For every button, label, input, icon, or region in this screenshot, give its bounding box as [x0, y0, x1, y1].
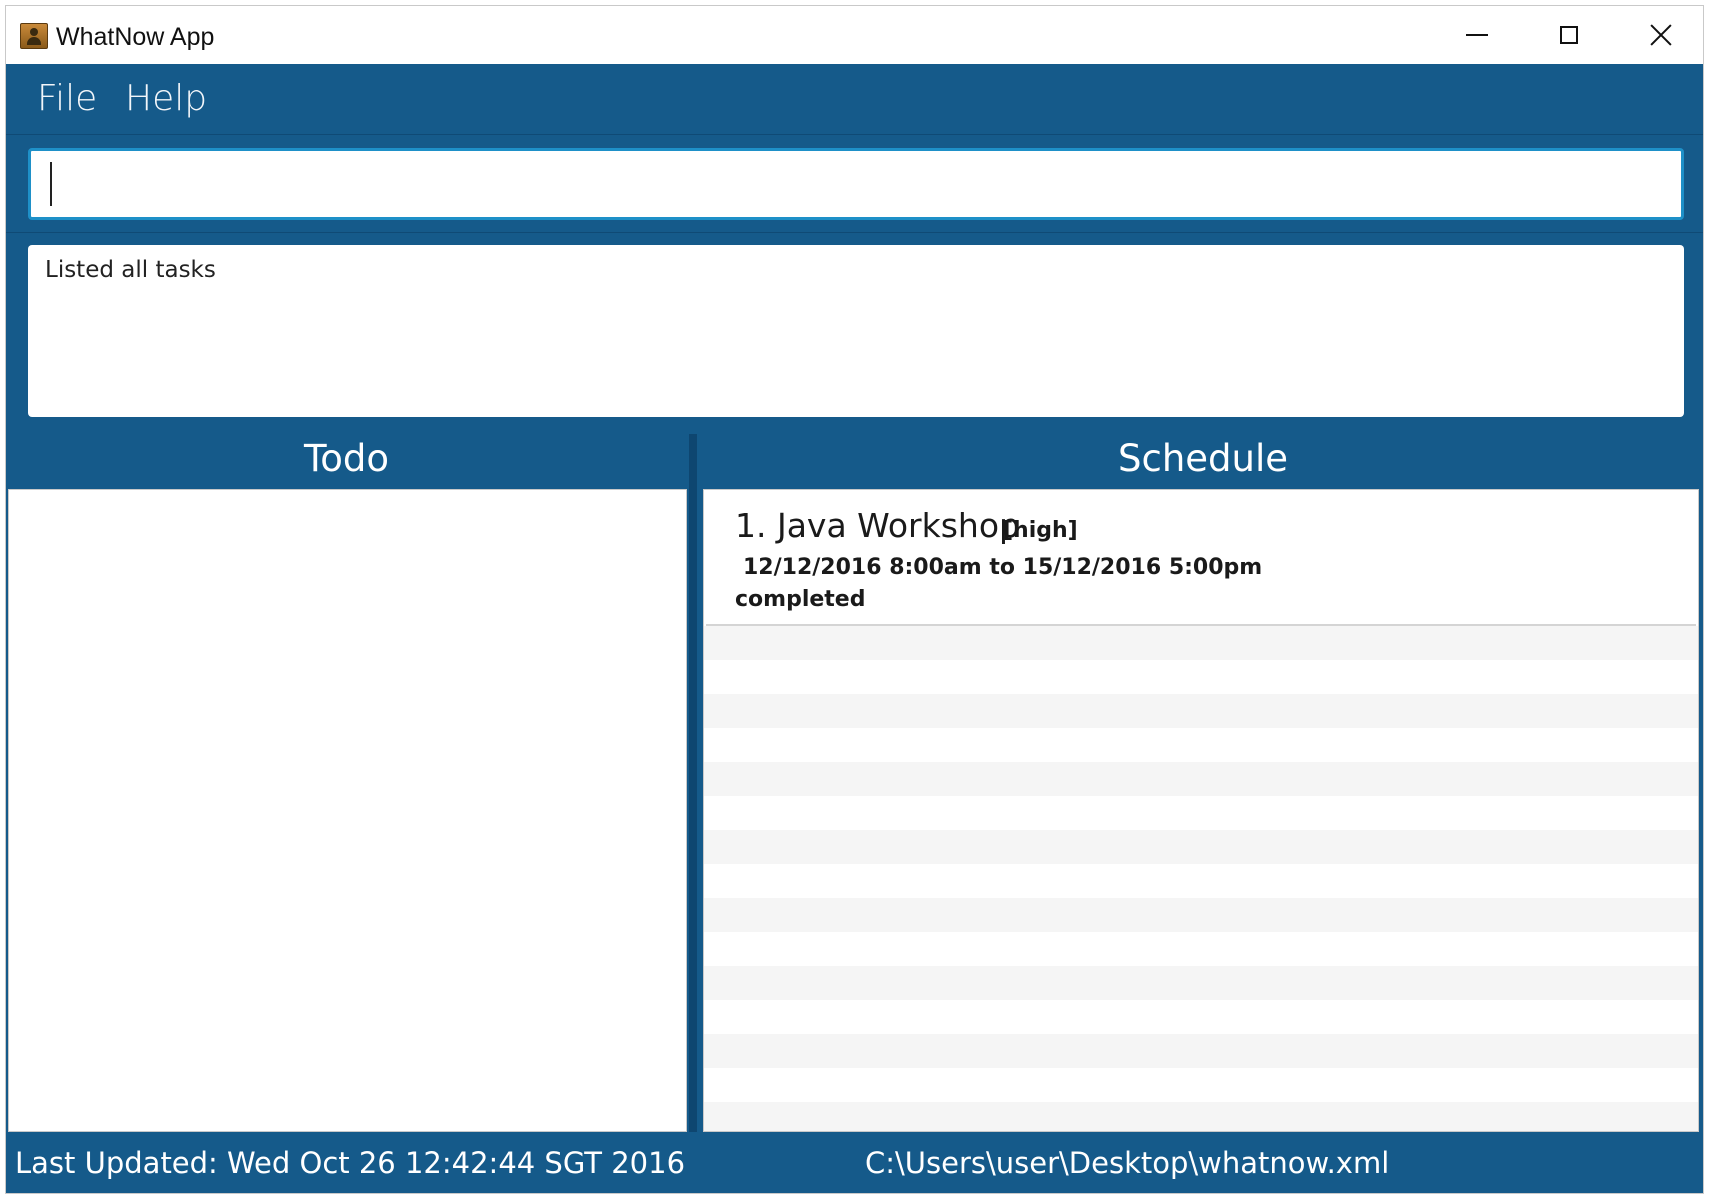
- application-window: WhatNow App File Help Listed all tasks T…: [0, 0, 1710, 1199]
- empty-list-rows: [704, 626, 1698, 1131]
- last-updated-text: Last Updated: Wed Oct 26 12:42:44 SGT 20…: [15, 1146, 686, 1180]
- menu-file[interactable]: File: [37, 78, 97, 119]
- menu-help[interactable]: Help: [125, 78, 207, 119]
- task-priority-tag: [high]: [1003, 518, 1078, 543]
- task-status: completed: [735, 587, 866, 612]
- todo-list[interactable]: [8, 489, 687, 1132]
- todo-header: Todo: [303, 436, 390, 480]
- split-pane-divider[interactable]: [689, 434, 697, 1132]
- app-contact-icon: [20, 23, 48, 49]
- maximize-button[interactable]: [1523, 6, 1615, 64]
- schedule-list[interactable]: 1. Java Workshop [high] 12/12/2016 8:00a…: [703, 489, 1699, 1132]
- window-title: WhatNow App: [56, 23, 215, 51]
- maximize-icon: [1560, 26, 1578, 44]
- task-title: 1. Java Workshop: [735, 506, 1020, 545]
- task-time: 12/12/2016 8:00am to 15/12/2016 5:00pm: [743, 555, 1263, 580]
- text-caret: [50, 162, 52, 206]
- result-message: Listed all tasks: [45, 257, 216, 283]
- task-card[interactable]: 1. Java Workshop [high] 12/12/2016 8:00a…: [706, 492, 1696, 626]
- minimize-icon: [1466, 34, 1488, 36]
- close-button[interactable]: [1615, 6, 1707, 64]
- save-location-text: C:\Users\user\Desktop\whatnow.xml: [865, 1146, 1390, 1180]
- status-bar: Last Updated: Wed Oct 26 12:42:44 SGT 20…: [6, 1132, 1703, 1193]
- menu-bar: File Help: [6, 64, 1703, 135]
- schedule-header: Schedule: [1117, 436, 1289, 480]
- minimize-button[interactable]: [1431, 6, 1523, 64]
- close-icon: [1650, 24, 1672, 46]
- command-input[interactable]: [31, 151, 1681, 217]
- command-box[interactable]: [28, 148, 1684, 220]
- app-body: File Help Listed all tasks Todo Schedule…: [6, 64, 1703, 1193]
- separator: [6, 232, 1703, 233]
- result-display: Listed all tasks: [28, 245, 1684, 417]
